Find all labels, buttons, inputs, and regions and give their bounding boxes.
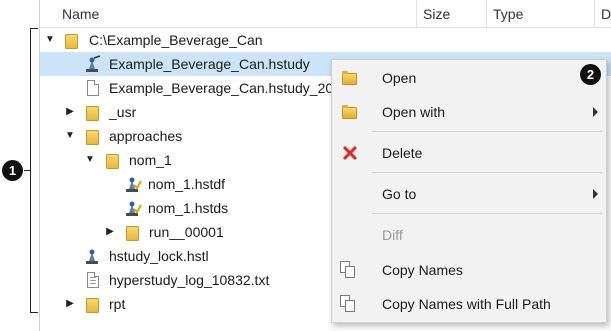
tree-item-label: C:\Example_Beverage_Can — [89, 32, 263, 48]
callout-1: 1 — [2, 160, 23, 181]
study-file-icon — [126, 177, 142, 192]
menu-item-copy-names[interactable]: Copy Names — [332, 254, 606, 286]
menu-item-copy-names-full-path[interactable]: Copy Names with Full Path — [332, 288, 606, 320]
column-size[interactable]: Size — [417, 0, 487, 28]
study-file-icon — [86, 249, 98, 264]
menu-separator — [372, 213, 602, 214]
context-menu: Open Open with Delete Go to Diff Copy Na… — [331, 59, 607, 323]
folder-icon — [106, 153, 119, 169]
menu-item-delete[interactable]: Delete — [332, 137, 606, 169]
menu-item-go-to[interactable]: Go to — [332, 178, 606, 210]
column-type[interactable]: Type — [487, 0, 595, 28]
menu-item-label: Copy Names with Full Path — [382, 296, 551, 312]
text-document-icon — [87, 272, 99, 288]
tree-item-label: Example_Beverage_Can.hstudy_20 — [109, 80, 334, 96]
tree-item-label: hstudy_lock.hstl — [109, 248, 209, 264]
selection-bracket — [30, 28, 38, 313]
menu-item-label: Go to — [382, 186, 417, 202]
submenu-arrow-icon — [593, 107, 598, 117]
open-folder-icon — [342, 71, 357, 85]
menu-item-label: Open with — [382, 104, 446, 120]
copy-icon — [340, 295, 358, 313]
study-file-icon — [126, 201, 142, 216]
tree-item-label: approaches — [109, 128, 183, 144]
collapsed-chevron-icon[interactable]: ▶ — [64, 105, 76, 119]
collapsed-chevron-icon[interactable]: ▶ — [104, 225, 116, 239]
tree-item-label: hyperstudy_log_10832.txt — [109, 272, 270, 288]
tree-item-label: nom_1.hstdf — [148, 176, 226, 192]
bracket-tick — [24, 170, 31, 171]
menu-item-label: Delete — [382, 145, 423, 161]
menu-item-open[interactable]: Open — [332, 62, 606, 94]
tree-item-label: run__00001 — [149, 224, 224, 240]
folder-icon — [65, 33, 78, 49]
open-folder-icon — [342, 105, 357, 119]
column-header: ⌃ Name Size Type Da — [40, 0, 611, 28]
menu-item-label: Copy Names — [382, 262, 463, 278]
expanded-chevron-icon[interactable]: ▼ — [44, 33, 56, 47]
expanded-chevron-icon[interactable]: ▼ — [84, 153, 96, 167]
tree-item-label: nom_1.hstds — [148, 200, 229, 216]
callout-2: 2 — [580, 64, 601, 85]
tree-item-label: nom_1 — [129, 152, 172, 168]
tree-item-label: rpt — [109, 296, 126, 312]
submenu-arrow-icon — [593, 189, 598, 199]
folder-icon — [126, 225, 139, 241]
column-date[interactable]: Da — [595, 0, 611, 28]
menu-item-open-with[interactable]: Open with — [332, 96, 606, 128]
folder-icon — [86, 297, 99, 313]
menu-separator — [372, 172, 602, 173]
column-name[interactable]: Name — [56, 0, 417, 28]
collapsed-chevron-icon[interactable]: ▶ — [64, 297, 76, 311]
folder-icon — [86, 129, 99, 145]
study-file-icon — [86, 55, 101, 72]
tree-row-root[interactable]: ▼ C:\Example_Beverage_Can — [40, 28, 611, 52]
expanded-chevron-icon[interactable]: ▼ — [64, 129, 76, 143]
menu-item-diff: Diff — [332, 219, 606, 251]
delete-x-icon — [343, 146, 357, 160]
menu-separator — [372, 131, 602, 132]
folder-icon — [86, 105, 99, 121]
copy-icon — [340, 261, 358, 279]
menu-item-label: Diff — [382, 227, 403, 243]
menu-item-label: Open — [382, 70, 417, 86]
tree-item-label: _usr — [109, 104, 137, 120]
tree-item-label: Example_Beverage_Can.hstudy — [109, 56, 310, 72]
document-icon — [87, 80, 99, 96]
